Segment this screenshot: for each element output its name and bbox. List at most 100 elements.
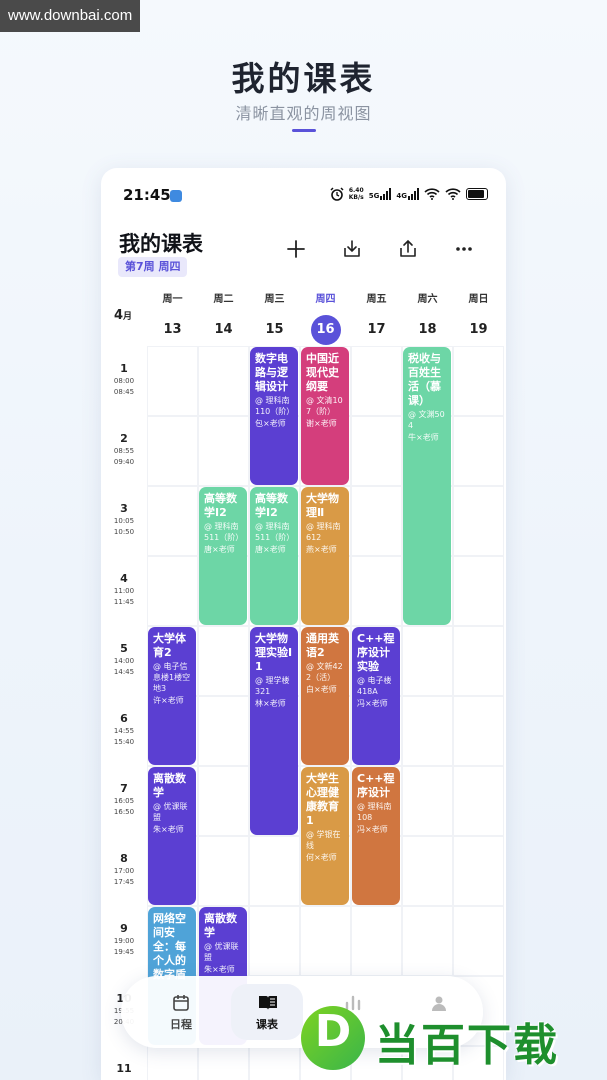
grid-cell[interactable] <box>351 556 402 626</box>
period-number: 3 <box>120 502 128 515</box>
grid-cell[interactable] <box>402 696 453 766</box>
grid-cell[interactable] <box>402 906 453 976</box>
grid-cell[interactable] <box>147 486 198 556</box>
grid-cell[interactable] <box>453 486 504 556</box>
day-date[interactable]: 15 <box>260 315 290 345</box>
grid-cell[interactable] <box>198 346 249 416</box>
add-button[interactable] <box>281 234 311 264</box>
import-button[interactable] <box>337 234 367 264</box>
grid-cell[interactable] <box>351 416 402 486</box>
share-button[interactable] <box>393 234 423 264</box>
course-card[interactable]: 大学体育2 @ 电子信息楼1楼空地3 许×老师 <box>148 627 196 765</box>
grid-cell[interactable] <box>147 1046 198 1080</box>
grid-cell[interactable] <box>147 416 198 486</box>
day-date[interactable]: 18 <box>413 315 443 345</box>
tab-1[interactable]: 日程 <box>141 976 221 1048</box>
period-number: 9 <box>120 922 128 935</box>
grid-cell[interactable] <box>147 556 198 626</box>
day-date[interactable]: 17 <box>362 315 392 345</box>
grid-cell[interactable] <box>351 906 402 976</box>
share-icon <box>400 239 416 257</box>
timetable: 4月 周一 13 周二 14 周三 15 周四 16 周五 17 周六 18 周日 19 1 08:00 08… <box>101 288 506 1080</box>
grid-cell[interactable] <box>351 486 402 556</box>
grid-cell[interactable] <box>198 626 249 696</box>
phone-screen: 21:45 6.40 KB/s 5G 4G 我的课表 第7周 周四 4月 周一 … <box>101 168 506 1080</box>
grid-cell[interactable] <box>453 766 504 836</box>
course-name: 高等数学Ⅰ2 <box>255 492 288 519</box>
more-icon <box>456 247 472 251</box>
day-name: 周一 <box>162 294 183 305</box>
status-bar: 21:45 6.40 KB/s 5G 4G <box>101 168 506 220</box>
grid-cell[interactable] <box>453 346 504 416</box>
grid-cell[interactable] <box>300 906 351 976</box>
week-tag[interactable]: 第7周 周四 <box>118 257 188 277</box>
period-number: 6 <box>120 712 128 725</box>
day-name: 周四 <box>315 294 336 305</box>
course-card[interactable]: 税收与百姓生活（慕课） @ 文渊504 牛×老师 <box>403 347 451 625</box>
battery-icon <box>466 188 488 200</box>
grid-cell[interactable] <box>402 766 453 836</box>
grid-cell[interactable] <box>453 696 504 766</box>
course-card[interactable]: 离散数学 @ 优课联盟 朱×老师 <box>148 767 196 905</box>
course-location: @ 优课联盟 <box>153 802 188 822</box>
grid-cell[interactable] <box>402 626 453 696</box>
grid-cell[interactable] <box>198 766 249 836</box>
course-card[interactable]: 数字电路与逻辑设计 @ 理科南110（阶） 包×老师 <box>250 347 298 485</box>
course-card[interactable]: 大学物理实验Ⅰ1 @ 理学楼321 林×老师 <box>250 627 298 835</box>
grid-cell[interactable] <box>453 556 504 626</box>
course-card[interactable]: 中国近现代史纲要 @ 文清107（阶） 谢×老师 <box>301 347 349 485</box>
grid-cell[interactable] <box>147 346 198 416</box>
brand-logo-mark: D <box>301 1006 365 1070</box>
course-name: 离散数学 <box>204 912 237 939</box>
period-number: 7 <box>120 782 128 795</box>
grid-cell[interactable] <box>249 836 300 906</box>
course-card[interactable]: 通用英语2 @ 文新422（活） 白×老师 <box>301 627 349 765</box>
book-icon <box>258 994 277 1012</box>
grid-cell[interactable] <box>453 906 504 976</box>
course-name: C++程序设计 <box>357 772 395 799</box>
course-name: 数字电路与逻辑设计 <box>255 352 288 393</box>
month-label: 4月 <box>114 308 133 323</box>
period-start: 08:00 <box>113 377 135 385</box>
grid-cell[interactable] <box>249 906 300 976</box>
day-date[interactable]: 14 <box>209 315 239 345</box>
tab-2[interactable]: 课表 <box>227 976 307 1048</box>
day-header: 周四 16 <box>300 292 351 345</box>
status-icons: 6.40 KB/s 5G 4G <box>330 182 488 206</box>
grid-cell[interactable] <box>351 346 402 416</box>
grid-cell[interactable] <box>453 626 504 696</box>
period-end: 14:45 <box>113 668 135 676</box>
grid-cell[interactable] <box>402 836 453 906</box>
period-number: 11 <box>116 1062 132 1075</box>
course-name: 高等数学Ⅰ2 <box>204 492 237 519</box>
course-card[interactable]: 大学物理Ⅱ @ 理科南612 燕×老师 <box>301 487 349 625</box>
course-name: 通用英语2 <box>306 632 339 659</box>
course-card[interactable]: 高等数学Ⅰ2 @ 理科南511（阶） 唐×老师 <box>250 487 298 625</box>
period-label: 11 <box>101 1062 147 1076</box>
brand-logo: D 当百下载 <box>297 992 607 1080</box>
period-number: 4 <box>120 572 128 585</box>
day-date[interactable]: 19 <box>464 315 494 345</box>
course-location: @ 理科南511（阶） <box>255 522 295 542</box>
grid-cell[interactable] <box>198 1046 249 1080</box>
course-card[interactable]: C++程序设计实验 @ 电子楼418A 冯×老师 <box>352 627 400 765</box>
day-date[interactable]: 16 <box>310 315 341 345</box>
more-button[interactable] <box>449 234 479 264</box>
day-header: 周六 18 <box>402 292 453 345</box>
grid-cell[interactable] <box>198 836 249 906</box>
grid-cell[interactable] <box>249 1046 300 1080</box>
grid-cell[interactable] <box>198 416 249 486</box>
course-teacher: 白×老师 <box>306 685 337 694</box>
course-card[interactable]: 高等数学Ⅰ2 @ 理科南511（阶） 唐×老师 <box>199 487 247 625</box>
grid-cell[interactable] <box>198 696 249 766</box>
period-label: 1 08:00 08:45 <box>101 362 147 398</box>
day-date[interactable]: 13 <box>158 315 188 345</box>
course-card[interactable]: C++程序设计 @ 理科南108 冯×老师 <box>352 767 400 905</box>
page-title: 我的课表 <box>231 59 376 98</box>
grid-cell[interactable] <box>453 836 504 906</box>
wifi-icon <box>424 188 440 200</box>
grid-cell[interactable] <box>453 416 504 486</box>
course-location: @ 理科南108 <box>357 802 392 822</box>
course-card[interactable]: 大学生心理健康教育1 @ 学银在线 何×老师 <box>301 767 349 905</box>
course-name: 大学物理实验Ⅰ1 <box>255 632 293 673</box>
